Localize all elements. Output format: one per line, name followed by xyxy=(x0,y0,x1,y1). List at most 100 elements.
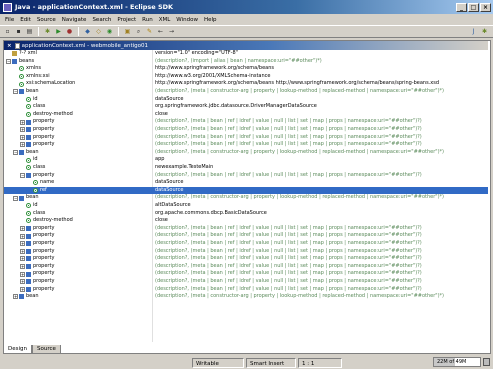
expand-icon[interactable]: + xyxy=(20,226,25,232)
heap-status[interactable]: 22M of 49M xyxy=(433,357,481,367)
attribute-value[interactable]: altDataSource xyxy=(155,202,191,210)
expand-icon[interactable]: + xyxy=(20,248,25,254)
tree-row[interactable]: + property (description?, (meta | bean | r… xyxy=(4,278,488,286)
tree-row[interactable]: class org.apache.commons.dbcp.BasicDataSo… xyxy=(4,210,488,218)
tree-row[interactable]: id dataSource xyxy=(4,96,488,104)
expand-icon[interactable]: + xyxy=(20,233,25,239)
close-icon[interactable]: × xyxy=(7,43,12,49)
attribute-value[interactable]: app xyxy=(155,156,164,164)
collapse-icon[interactable]: − xyxy=(13,89,18,95)
tree-row[interactable]: id altDataSource xyxy=(4,202,488,210)
attribute-value[interactable]: version="1.0" encoding="UTF-8" xyxy=(155,50,238,58)
tree-row[interactable]: ref dataSource xyxy=(4,186,488,195)
tab-source[interactable]: Source xyxy=(32,345,61,354)
save-icon[interactable]: ▪ xyxy=(14,27,23,36)
menu-search[interactable]: Search xyxy=(89,17,114,23)
tree-node-name-cell[interactable]: name xyxy=(27,179,54,187)
collapse-icon[interactable]: − xyxy=(13,150,18,156)
menu-navigate[interactable]: Navigate xyxy=(59,17,90,23)
tree-row[interactable]: + property (description?, (meta | bean | r… xyxy=(4,232,488,240)
tree-node-name-cell[interactable]: + property xyxy=(20,232,54,240)
expand-icon[interactable]: + xyxy=(20,241,25,247)
new-package-icon[interactable]: ◇ xyxy=(94,27,103,36)
menu-edit[interactable]: Edit xyxy=(17,17,34,23)
attribute-value[interactable]: dataSource xyxy=(155,179,183,187)
tree-row[interactable]: destroy-method close xyxy=(4,111,488,119)
attribute-value[interactable]: dataSource xyxy=(155,96,183,104)
tree-node-name-cell[interactable]: + property xyxy=(20,255,54,263)
menu-file[interactable]: File xyxy=(2,17,17,23)
tree-node-name-cell[interactable]: class xyxy=(20,164,45,172)
tree-row[interactable]: class org.springframework.jdbc.datasource… xyxy=(4,103,488,111)
menu-run[interactable]: Run xyxy=(139,17,156,23)
collapse-icon[interactable]: − xyxy=(20,172,25,178)
expand-icon[interactable]: + xyxy=(20,134,25,140)
collapse-icon[interactable]: − xyxy=(13,195,18,201)
menu-project[interactable]: Project xyxy=(114,17,139,23)
tree-row[interactable]: + bean (description?, (meta | constructor-… xyxy=(4,293,488,301)
tree-node-name-cell[interactable]: + property xyxy=(20,240,54,248)
tree-node-name-cell[interactable]: + property xyxy=(20,278,54,286)
print-icon[interactable]: ▤ xyxy=(25,27,34,36)
tree-row[interactable]: + property (description?, (meta | bean | r… xyxy=(4,263,488,271)
attribute-value[interactable]: org.apache.commons.dbcp.BasicDataSource xyxy=(155,210,267,218)
menu-help[interactable]: Help xyxy=(201,17,220,23)
tree-row[interactable]: xmlns:xsi http://www.w3.org/2001/XMLSchem… xyxy=(4,73,488,81)
new-java-project-icon[interactable]: ◆ xyxy=(83,27,92,36)
close-button[interactable]: × xyxy=(480,2,491,12)
tree-row[interactable]: − bean (description?, (meta | constructor-… xyxy=(4,149,488,157)
tree-node-name-cell[interactable]: + property xyxy=(20,126,54,134)
attribute-value[interactable]: newexample.TesteMain xyxy=(155,164,213,172)
editor-tab[interactable]: × applicationContext.xml - webmobile_ant… xyxy=(4,41,488,50)
tree-node-name-cell[interactable]: ?-? xml xyxy=(6,50,37,58)
attribute-value[interactable]: http://www.w3.org/2001/XMLSchema-instanc… xyxy=(155,73,270,81)
run-icon[interactable]: ▶ xyxy=(54,27,63,36)
tree-row[interactable]: xmlns http://www.springframework.org/sche… xyxy=(4,65,488,73)
tree-node-name-cell[interactable]: class xyxy=(20,210,45,218)
tree-node-name-cell[interactable]: − bean xyxy=(13,194,38,202)
tree-node-name-cell[interactable]: + property xyxy=(20,141,54,149)
tree-row[interactable]: name dataSource xyxy=(4,179,488,187)
maximize-button[interactable]: □ xyxy=(468,2,479,12)
tree-row[interactable]: + property (description?, (meta | bean | r… xyxy=(4,141,488,149)
attribute-value[interactable]: dataSource xyxy=(155,187,183,195)
collapse-icon[interactable]: − xyxy=(6,58,11,64)
tree-row[interactable]: + property (description?, (meta | bean | r… xyxy=(4,134,488,142)
tree-row[interactable]: − bean (description?, (meta | constructor-… xyxy=(4,88,488,96)
tree-node-name-cell[interactable]: + property xyxy=(20,248,54,256)
tree-row[interactable]: xsi:schemaLocation http://www.springframe… xyxy=(4,80,488,88)
tree-node-name-cell[interactable]: destroy-method xyxy=(20,217,73,225)
tree-row[interactable]: − beans (description?, (import | alias | b… xyxy=(4,58,488,66)
tree-node-name-cell[interactable]: + property xyxy=(20,225,54,233)
tree-node-name-cell[interactable]: + property xyxy=(20,263,54,271)
tree-node-name-cell[interactable]: − beans xyxy=(6,58,34,66)
tree-node-name-cell[interactable]: xmlns:xsi xyxy=(13,73,50,81)
tree-row[interactable]: + property (description?, (meta | bean | r… xyxy=(4,126,488,134)
open-type-icon[interactable]: ▣ xyxy=(123,27,132,36)
tree-row[interactable]: + property (description?, (meta | bean | r… xyxy=(4,270,488,278)
tree-row[interactable]: + property (description?, (meta | bean | r… xyxy=(4,255,488,263)
menu-window[interactable]: Window xyxy=(173,17,201,23)
attribute-value[interactable]: http://www.springframework.org/schema/be… xyxy=(155,65,274,73)
tree-node-name-cell[interactable]: xmlns xyxy=(13,65,41,73)
tree-node-name-cell[interactable]: − bean xyxy=(13,88,38,96)
tree-node-name-cell[interactable]: id xyxy=(20,96,38,104)
tree-node-name-cell[interactable]: + property xyxy=(20,270,54,278)
tree-node-name-cell[interactable]: id xyxy=(20,202,38,210)
tree-node-name-cell[interactable]: + bean xyxy=(13,293,38,301)
attribute-value[interactable]: close xyxy=(155,217,168,225)
tree-row[interactable]: + property (description?, (meta | bean | r… xyxy=(4,225,488,233)
tree-node-name-cell[interactable]: ref xyxy=(27,187,47,195)
tree-row[interactable]: + property (description?, (meta | bean | r… xyxy=(4,118,488,126)
expand-icon[interactable]: + xyxy=(20,264,25,270)
tree-node-name-cell[interactable]: id xyxy=(20,156,38,164)
xml-tree[interactable]: ?-? xml version="1.0" encoding="UTF-8" − be… xyxy=(4,50,488,342)
back-icon[interactable]: ← xyxy=(156,27,165,36)
garbage-collect-icon[interactable] xyxy=(483,358,490,366)
expand-icon[interactable]: + xyxy=(20,119,25,125)
expand-icon[interactable]: + xyxy=(20,286,25,292)
new-icon[interactable]: ▫ xyxy=(3,27,12,36)
forward-icon[interactable]: → xyxy=(167,27,176,36)
debug-icon[interactable]: ✱ xyxy=(43,27,52,36)
tree-row[interactable]: ?-? xml version="1.0" encoding="UTF-8" xyxy=(4,50,488,58)
